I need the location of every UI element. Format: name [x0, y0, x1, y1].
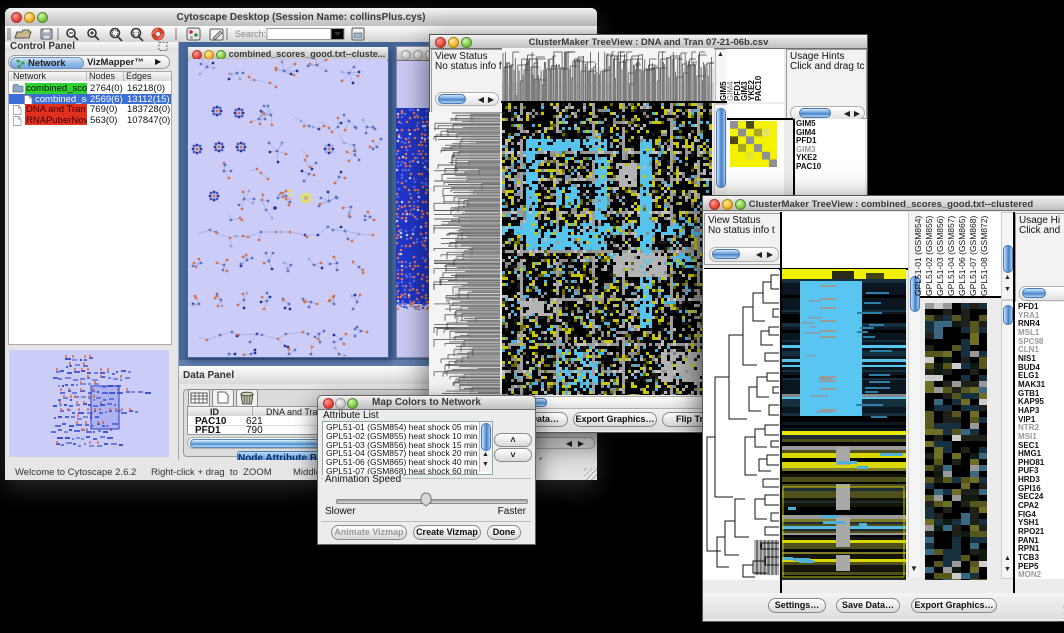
svg-text:Search:: Search: [235, 29, 266, 39]
svg-text:1:1: 1:1 [132, 32, 139, 38]
